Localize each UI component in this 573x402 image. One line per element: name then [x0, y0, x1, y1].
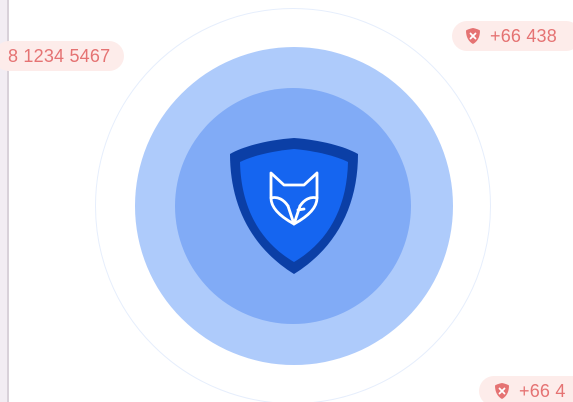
fox-shield-icon	[228, 136, 360, 278]
blocked-number-chip: +66 438	[452, 21, 573, 51]
blocked-number-text: +66 4	[519, 380, 566, 401]
blocked-shield-icon	[464, 27, 482, 45]
spam-protection-illustration: 8 1234 5467 +66 438 +66 4	[0, 0, 573, 402]
blocked-number-text: 8 1234 5467	[8, 45, 111, 66]
blocked-shield-icon	[493, 382, 511, 400]
blocked-number-chip: +66 4	[479, 376, 573, 402]
blocked-number-chip: 8 1234 5467	[0, 41, 125, 71]
blocked-number-text: +66 438	[490, 25, 557, 46]
